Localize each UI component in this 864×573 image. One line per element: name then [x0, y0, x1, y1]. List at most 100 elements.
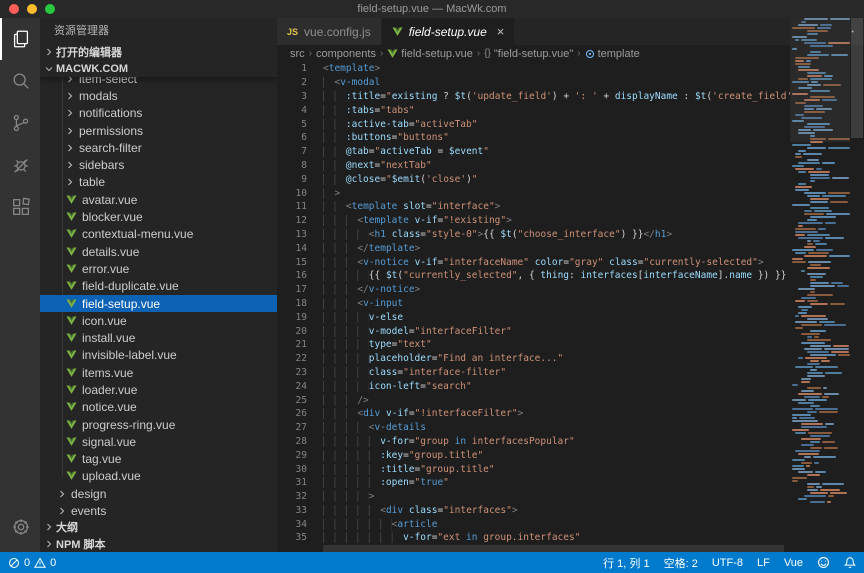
code-line-4[interactable]: 4 :tabs="tabs" [277, 103, 790, 117]
breadcrumb-item-2[interactable]: components [316, 48, 376, 60]
tree-item-label: field-duplicate.vue [82, 279, 179, 293]
code-line-16[interactable]: 16 {{ $t("currently_selected", { thing: … [277, 269, 790, 283]
tree-item-field-setup.vue[interactable]: field-setup.vue [40, 295, 277, 312]
tree-item-details.vue[interactable]: details.vue [40, 243, 277, 260]
status-item[interactable]: 空格: 2 [664, 555, 698, 571]
code-line-10[interactable]: 10 > [277, 186, 790, 200]
tree-item-sidebars[interactable]: sidebars [40, 156, 277, 173]
code-line-27[interactable]: 27 <v-details [277, 421, 790, 435]
vertical-scrollbar[interactable] [850, 18, 864, 552]
code-line-24[interactable]: 24 icon-left="search" [277, 379, 790, 393]
code-line-21[interactable]: 21 type="text" [277, 338, 790, 352]
tree-item-search-filter[interactable]: search-filter [40, 139, 277, 156]
code-line-32[interactable]: 32 > [277, 490, 790, 504]
status-error-count[interactable]: 0 [8, 557, 30, 569]
tree-item-signal.vue[interactable]: signal.vue [40, 433, 277, 450]
status-feedback-smiley-icon[interactable] [817, 556, 830, 569]
code-line-6[interactable]: 6 :buttons="buttons" [277, 131, 790, 145]
tree-item-upload.vue[interactable]: upload.vue [40, 468, 277, 485]
tree-item-items.vue[interactable]: items.vue [40, 364, 277, 381]
code-line-13[interactable]: 13 <h1 class="style-0">{{ $t("choose_int… [277, 228, 790, 242]
workspace-root-section[interactable]: MACWK.COM [40, 60, 277, 77]
tree-item-loader.vue[interactable]: loader.vue [40, 381, 277, 398]
code-line-22[interactable]: 22 placeholder="Find an interface..." [277, 352, 790, 366]
code-line-17[interactable]: 17 </v-notice> [277, 283, 790, 297]
tree-item-permissions[interactable]: permissions [40, 122, 277, 139]
open-editors-section[interactable]: 打开的编辑器 [40, 43, 277, 60]
tree-item-progress-ring.vue[interactable]: progress-ring.vue [40, 416, 277, 433]
code-text: v-model="interfaceFilter" [307, 326, 512, 337]
activity-bar-search-icon[interactable] [0, 60, 40, 102]
tree-item-error.vue[interactable]: error.vue [40, 260, 277, 277]
tree-item-field-duplicate.vue[interactable]: field-duplicate.vue [40, 278, 277, 295]
tree-item-invisible-label.vue[interactable]: invisible-label.vue [40, 347, 277, 364]
tab-field-setup.vue[interactable]: field-setup.vue× [382, 18, 516, 45]
code-line-8[interactable]: 8 @next="nextTab" [277, 159, 790, 173]
status-item[interactable]: LF [757, 557, 770, 569]
code-line-25[interactable]: 25 /> [277, 393, 790, 407]
code-line-7[interactable]: 7 @tab="activeTab = $event" [277, 145, 790, 159]
activity-bar-debug-icon[interactable] [0, 144, 40, 186]
tree-item-contextual-menu.vue[interactable]: contextual-menu.vue [40, 226, 277, 243]
npm-scripts-section[interactable]: NPM 脚本 [40, 535, 277, 552]
activity-bar-extensions-icon[interactable] [0, 186, 40, 228]
breadcrumb-item-3[interactable]: field-setup.vue [387, 48, 473, 60]
code-line-33[interactable]: 33 <div class="interfaces"> [277, 504, 790, 518]
tree-item-design[interactable]: design [40, 485, 277, 502]
horizontal-scrollbar[interactable] [323, 545, 784, 552]
code-line-34[interactable]: 34 <article [277, 517, 790, 531]
minimap[interactable] [790, 18, 850, 552]
tree-item-notifications[interactable]: notifications [40, 105, 277, 122]
tree-item-icon.vue[interactable]: icon.vue [40, 312, 277, 329]
activity-bar-files-icon[interactable] [0, 18, 40, 60]
code-line-9[interactable]: 9 @close="$emit('close')" [277, 172, 790, 186]
tree-item-notice.vue[interactable]: notice.vue [40, 399, 277, 416]
status-bell-icon[interactable] [844, 556, 856, 569]
tree-item-item-select[interactable]: item-select [40, 77, 277, 87]
status-item[interactable]: Vue [784, 557, 803, 569]
code-line-29[interactable]: 29 :key="group.title" [277, 448, 790, 462]
status-item[interactable]: UTF-8 [712, 557, 743, 569]
close-tab-icon[interactable]: × [497, 24, 505, 39]
tree-item-install.vue[interactable]: install.vue [40, 329, 277, 346]
code-text: <template> [307, 63, 380, 74]
tree-item-table[interactable]: table [40, 174, 277, 191]
minimap-slider[interactable] [790, 18, 850, 142]
tree-item-blocker.vue[interactable]: blocker.vue [40, 208, 277, 225]
vue-file-icon [66, 420, 77, 430]
tree-item-events[interactable]: events [40, 502, 277, 518]
code-line-28[interactable]: 28 v-for="group in interfacesPopular" [277, 435, 790, 449]
vue-file-icon [66, 437, 77, 447]
code-editor[interactable]: 1<template>2 <v-modal3 :title="existing … [277, 62, 790, 552]
activity-bar-source-control-icon[interactable] [0, 102, 40, 144]
status-warning-count[interactable]: 0 [34, 557, 56, 569]
code-line-18[interactable]: 18 <v-input [277, 297, 790, 311]
tree-item-modals[interactable]: modals [40, 87, 277, 104]
code-line-5[interactable]: 5 :active-tab="activeTab" [277, 117, 790, 131]
code-line-31[interactable]: 31 :open="true" [277, 476, 790, 490]
code-line-23[interactable]: 23 class="interface-filter" [277, 366, 790, 380]
tree-item-label: signal.vue [82, 435, 136, 449]
breadcrumb-item-1[interactable]: src [290, 48, 305, 60]
code-line-2[interactable]: 2 <v-modal [277, 76, 790, 90]
status-item[interactable]: 行 1, 列 1 [603, 555, 649, 571]
code-line-35[interactable]: 35 v-for="ext in group.interfaces" [277, 531, 790, 545]
breadcrumb-item-5[interactable]: template [585, 48, 640, 60]
code-line-26[interactable]: 26 <div v-if="!interfaceFilter"> [277, 407, 790, 421]
tree-item-tag.vue[interactable]: tag.vue [40, 451, 277, 468]
code-line-12[interactable]: 12 <template v-if="!existing"> [277, 214, 790, 228]
outline-section[interactable]: 大纲 [40, 518, 277, 535]
tree-item-avatar.vue[interactable]: avatar.vue [40, 191, 277, 208]
code-line-15[interactable]: 15 <v-notice v-if="interfaceName" color=… [277, 255, 790, 269]
code-line-20[interactable]: 20 v-model="interfaceFilter" [277, 324, 790, 338]
tab-vue.config.js[interactable]: JSvue.config.js [277, 18, 382, 45]
breadcrumb-item-4[interactable]: {}"field-setup.vue" [484, 48, 573, 60]
code-line-14[interactable]: 14 </template> [277, 241, 790, 255]
code-line-11[interactable]: 11 <template slot="interface"> [277, 200, 790, 214]
code-line-19[interactable]: 19 v-else [277, 310, 790, 324]
code-line-30[interactable]: 30 :title="group.title" [277, 462, 790, 476]
code-line-3[interactable]: 3 :title="existing ? $t('update_field') … [277, 90, 790, 104]
activity-bar-gear-icon[interactable] [0, 506, 40, 548]
line-number: 21 [277, 339, 307, 350]
code-line-1[interactable]: 1<template> [277, 62, 790, 76]
